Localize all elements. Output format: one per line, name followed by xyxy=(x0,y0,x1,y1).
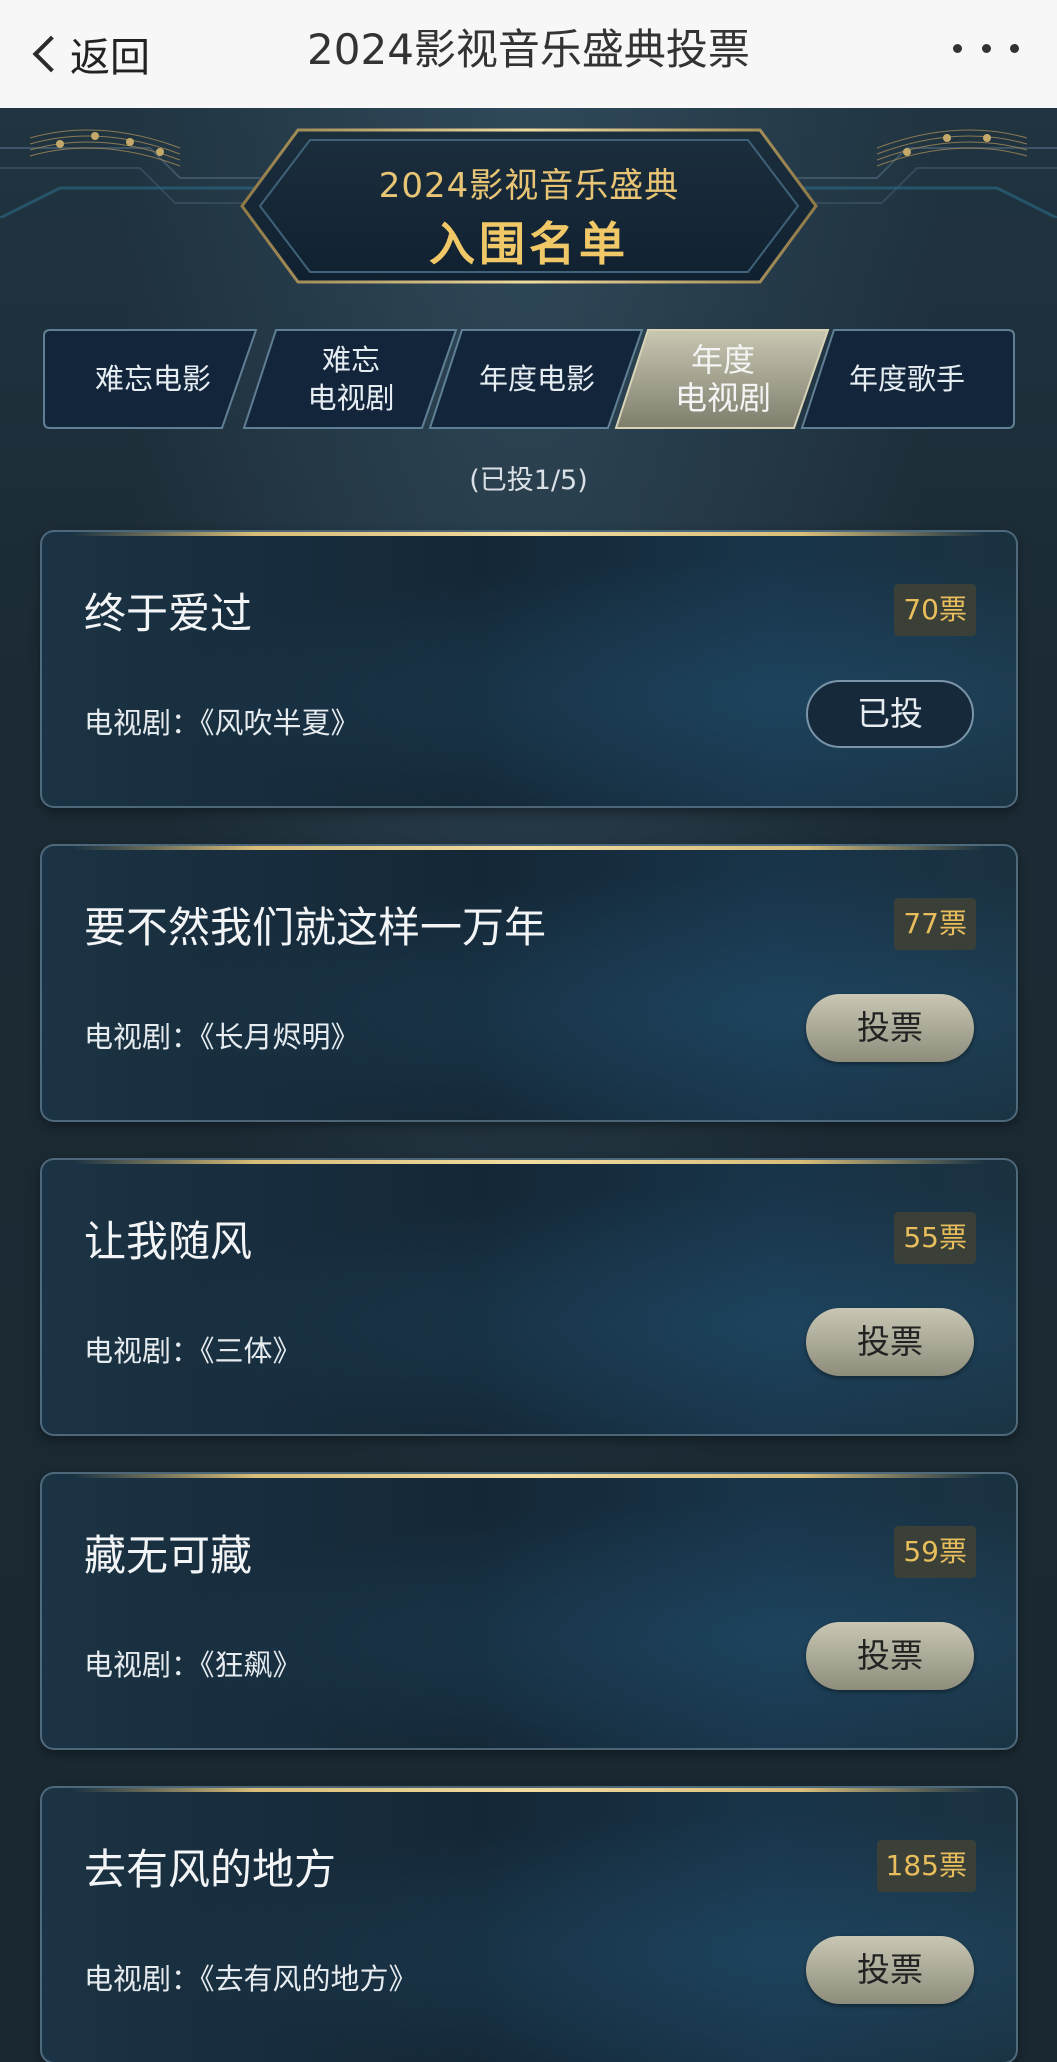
candidate-card: 去有风的地方 185票 电视剧：《去有风的地方》 投票 xyxy=(40,1786,1018,2062)
more-menu-icon[interactable] xyxy=(953,38,1019,58)
dot xyxy=(953,43,962,53)
music-staff-decoration-icon xyxy=(797,129,1057,218)
vote-count-badge: 77票 xyxy=(894,898,976,950)
song-title: 让我随风 xyxy=(84,1217,253,1266)
page-title: 2024影视音乐盛典投票 xyxy=(307,25,750,74)
candidate-card: 让我随风 55票 电视剧：《三体》 投票 xyxy=(40,1158,1018,1436)
source-work: 电视剧：《去有风的地方》 xyxy=(84,1962,418,1996)
dot xyxy=(1010,43,1019,53)
music-staff-decoration-icon xyxy=(0,129,260,218)
vote-button[interactable]: 投票 xyxy=(806,1936,974,2004)
source-work: 电视剧：《狂飙》 xyxy=(84,1648,302,1682)
vote-stage: 2024影视音乐盛典 入围名单 难忘电影 难忘 电视剧 年度电影 年度 电视剧 … xyxy=(0,108,1057,2062)
dot xyxy=(981,43,991,53)
tab-memorable-movie[interactable]: 难忘电影 xyxy=(42,328,264,430)
source-work: 电视剧：《长月烬明》 xyxy=(84,1020,360,1054)
song-title: 藏无可藏 xyxy=(84,1531,253,1580)
vote-count-badge: 185票 xyxy=(876,1840,976,1892)
banner-event-title: 2024影视音乐盛典 xyxy=(378,166,680,206)
vote-count-badge: 55票 xyxy=(894,1212,976,1264)
song-title: 去有风的地方 xyxy=(84,1845,337,1894)
vote-count-badge: 70票 xyxy=(894,584,976,636)
song-title: 要不然我们就这样一万年 xyxy=(84,903,547,952)
voted-button[interactable]: 已投 xyxy=(806,680,974,748)
vote-button[interactable]: 投票 xyxy=(806,1308,974,1376)
candidate-card: 藏无可藏 59票 电视剧：《狂飙》 投票 xyxy=(40,1472,1018,1750)
tab-singer-of-the-year[interactable]: 年度歌手 xyxy=(798,328,1016,430)
source-work: 电视剧：《风吹半夏》 xyxy=(84,706,360,740)
vote-progress: (已投1/5) xyxy=(469,465,588,496)
song-title: 终于爱过 xyxy=(84,589,253,638)
vote-count-badge: 59票 xyxy=(894,1526,976,1578)
source-work: 电视剧：《三体》 xyxy=(84,1334,302,1368)
tab-label: 年度歌手 xyxy=(848,362,965,396)
finalist-banner: 2024影视音乐盛典 入围名单 xyxy=(238,126,820,286)
banner-heading: 入围名单 xyxy=(429,217,629,271)
category-tabs: 难忘电影 难忘 电视剧 年度电影 年度 电视剧 年度歌手 xyxy=(42,328,1016,430)
tab-label: 难忘电影 xyxy=(94,362,211,396)
vote-button[interactable]: 投票 xyxy=(806,994,974,1062)
candidate-card: 终于爱过 70票 电视剧：《风吹半夏》 已投 xyxy=(40,530,1018,808)
candidate-card: 要不然我们就这样一万年 77票 电视剧：《长月烬明》 投票 xyxy=(40,844,1018,1122)
vote-button[interactable]: 投票 xyxy=(806,1622,974,1690)
navigation-bar: 返回 2024影视音乐盛典投票 xyxy=(0,0,1057,108)
